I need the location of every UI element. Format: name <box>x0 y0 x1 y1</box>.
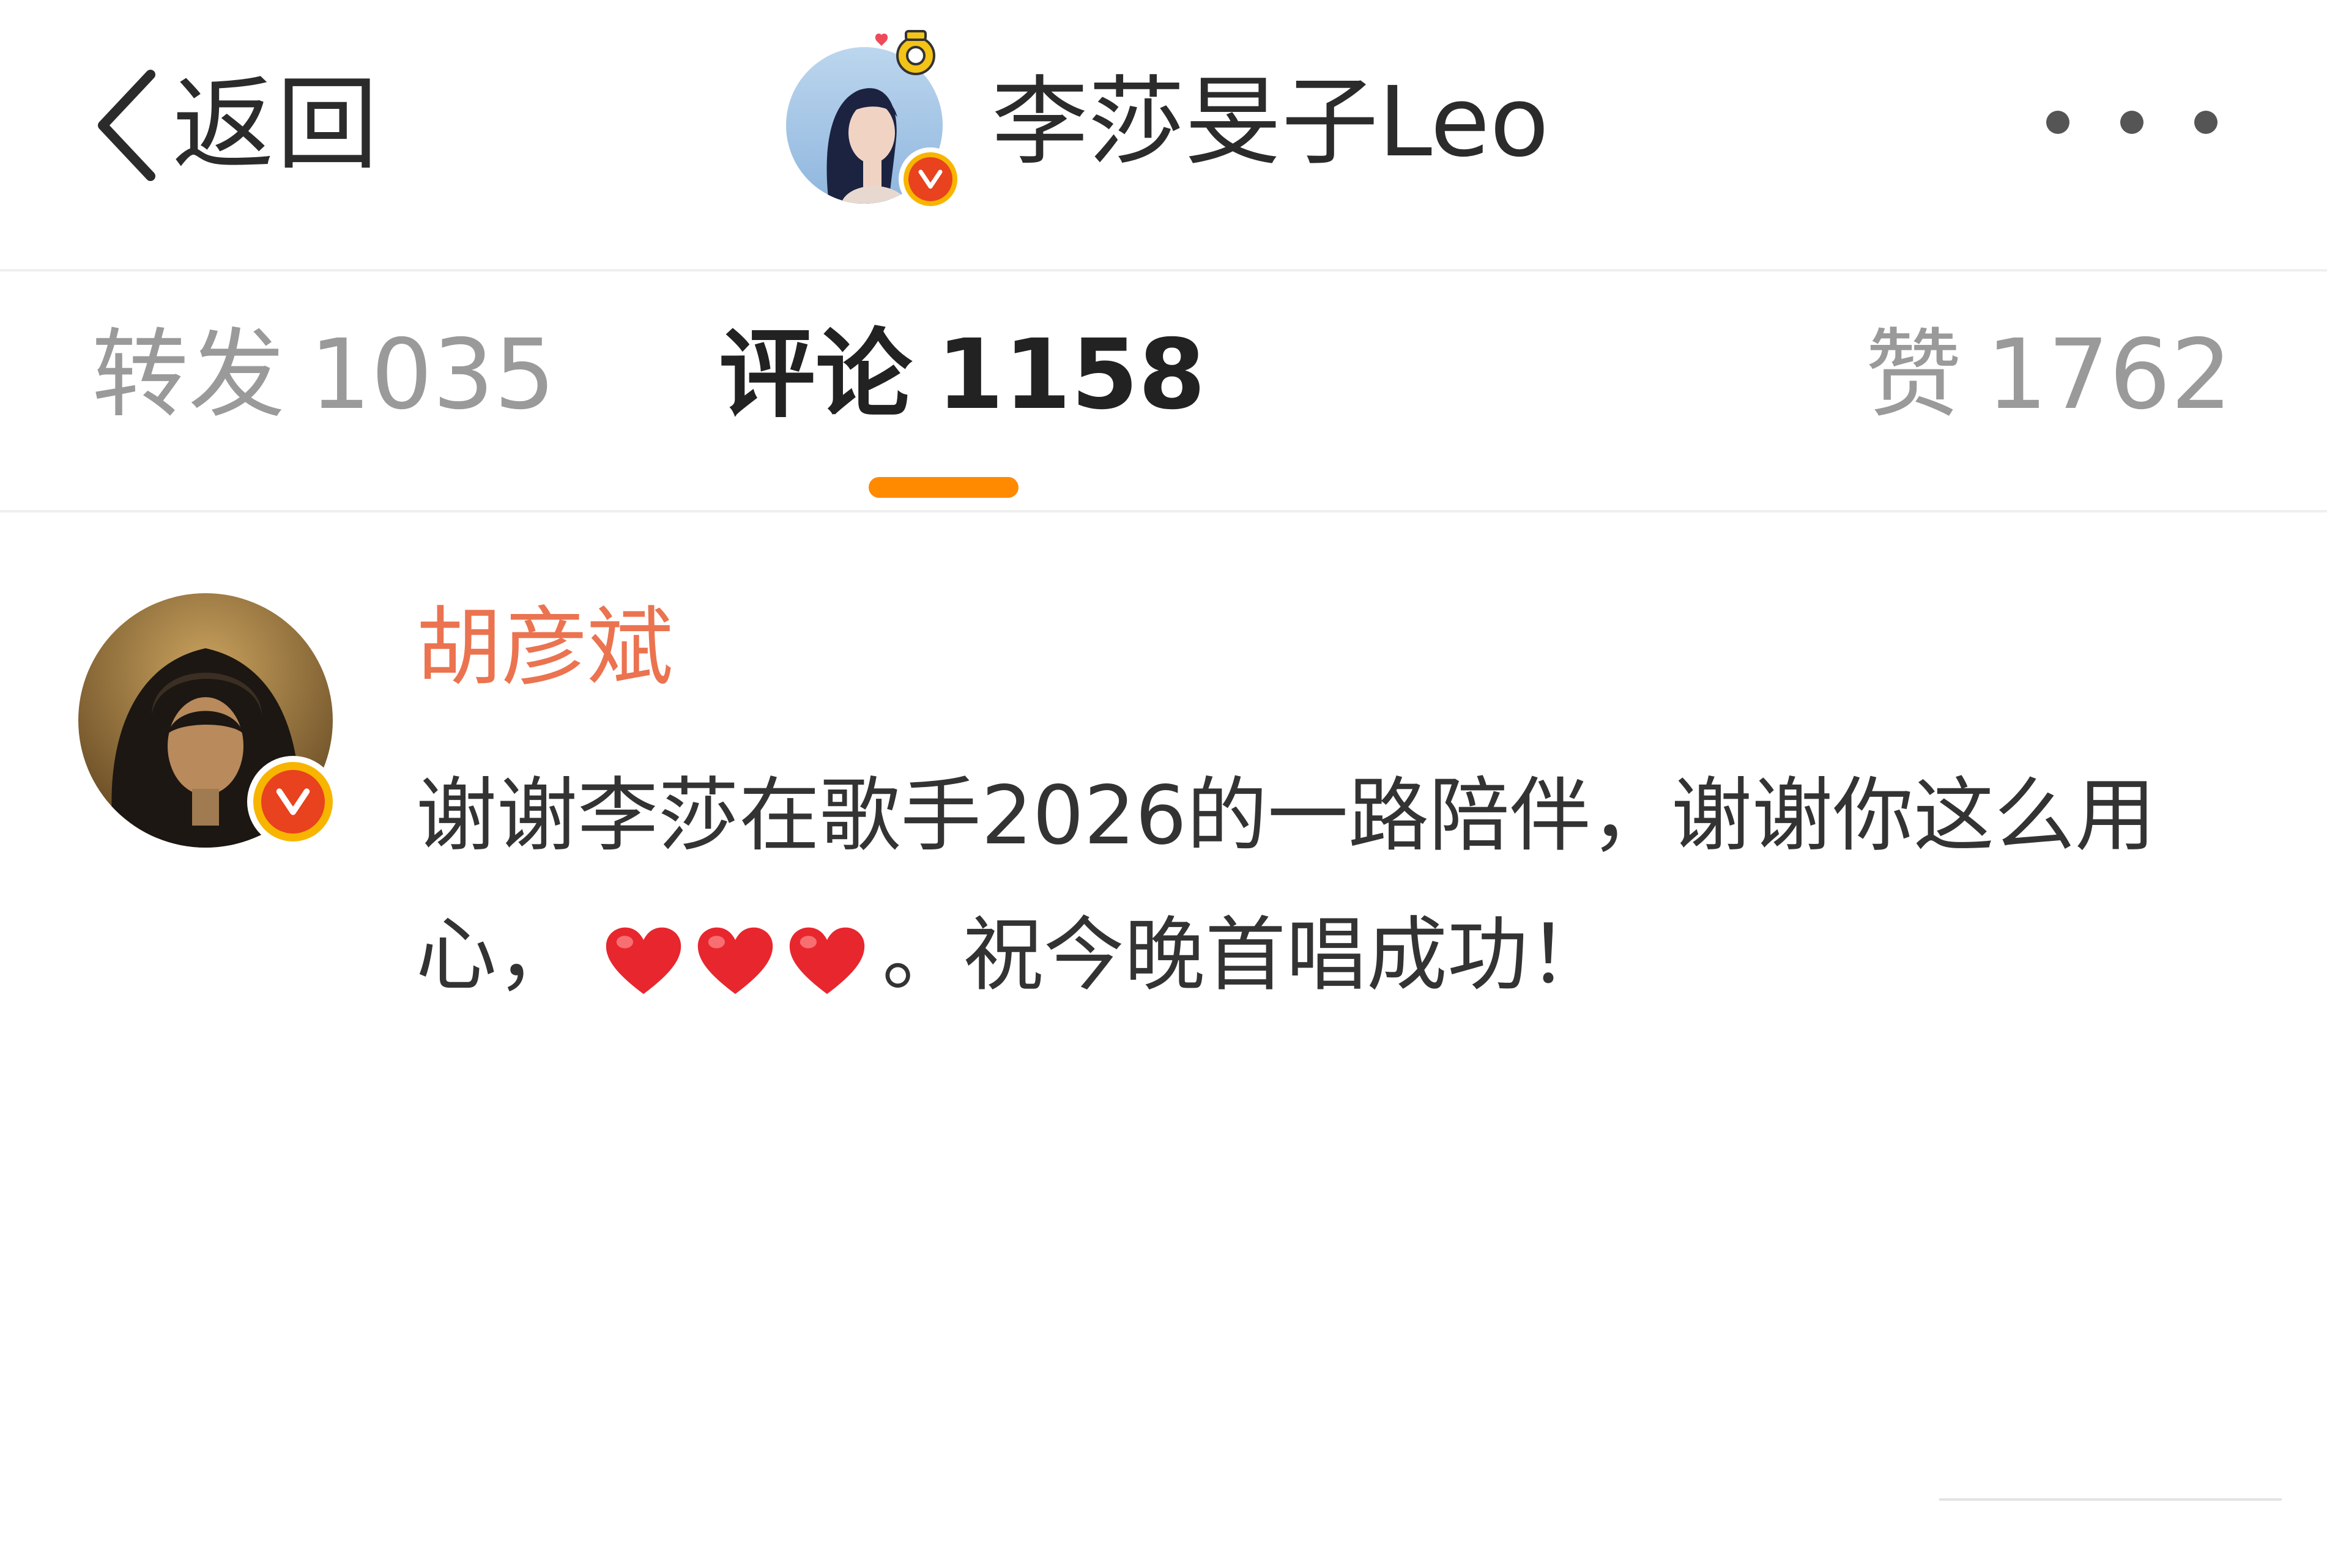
active-tab-indicator <box>869 477 1019 498</box>
tab-count: 1762 <box>1986 319 2232 431</box>
profile-name[interactable]: 李莎旻子Leo <box>992 74 1549 171</box>
avatar-pendant-icon <box>868 23 941 84</box>
red-heart-icon <box>606 927 681 994</box>
avatar[interactable] <box>78 593 339 848</box>
comment-author[interactable]: 胡彦斌 <box>416 605 673 691</box>
tab-count: 1158 <box>937 319 1206 431</box>
watermark-overlay <box>1902 1486 2327 1568</box>
red-heart-icon <box>789 927 865 994</box>
red-heart-icon <box>697 927 773 994</box>
tab-label: 评论 <box>719 319 912 431</box>
tab-likes[interactable]: 赞 1762 <box>1865 327 2232 423</box>
tab-repost[interactable]: 转发 1035 <box>92 327 555 423</box>
tab-label: 赞 <box>1865 319 1962 431</box>
comment-text: 谢谢李莎在歌手2026的一路陪伴，谢谢你这么用心， 。祝今晚首唱成功！ <box>416 746 2263 1025</box>
verified-badge-icon <box>899 147 962 211</box>
tab-label: 转发 <box>92 319 285 431</box>
more-dots-icon[interactable] <box>2046 110 2218 135</box>
chevron-left-icon <box>92 67 159 183</box>
emoji-group <box>602 923 877 999</box>
dot <box>2194 111 2218 134</box>
dot <box>2120 111 2143 134</box>
top-bar: 返回 李莎旻子Leo <box>0 0 2327 269</box>
comment-item[interactable]: 胡彦斌 谢谢李莎在歌手2026的一路陪伴，谢谢你这么用心， 。祝今晚首唱成功！ <box>0 514 2327 1568</box>
profile-header[interactable]: 李莎旻子Leo <box>786 24 1549 211</box>
tabs-divider <box>0 510 2327 512</box>
verified-badge-icon <box>247 756 339 848</box>
dot <box>2046 111 2069 134</box>
avatar[interactable] <box>786 30 962 211</box>
tab-count: 1035 <box>310 319 556 431</box>
watermark-mark <box>1939 1498 2282 1507</box>
comment-text-tail: 。祝今晚首唱成功！ <box>882 908 1609 1002</box>
tab-comments[interactable]: 评论 1158 <box>719 327 1206 423</box>
back-label: 返回 <box>173 66 380 184</box>
tab-bar: 转发 1035 评论 1158 赞 1762 <box>0 272 2327 510</box>
back-button[interactable]: 返回 <box>92 61 380 190</box>
